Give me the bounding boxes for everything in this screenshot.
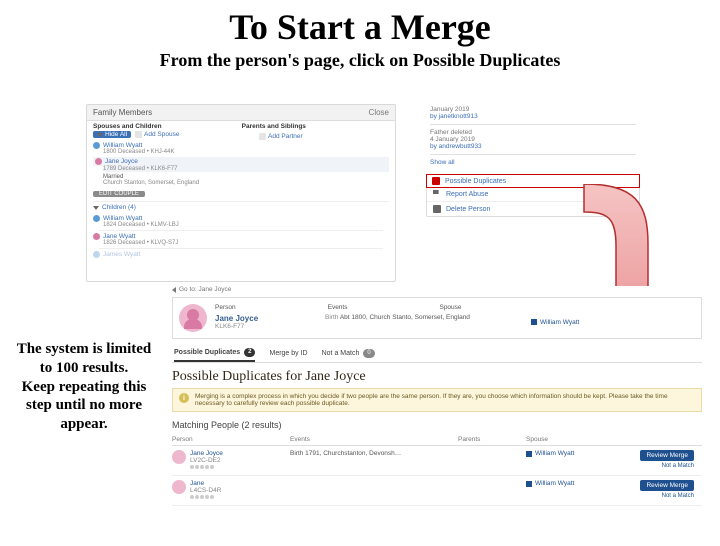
chevron-down-icon — [93, 206, 99, 210]
meta-date: 4 January 2019 — [430, 136, 636, 143]
meta-date: January 2019 — [430, 106, 636, 113]
page-subtitle: From the person's page, click on Possibl… — [0, 50, 720, 71]
bottom-screenshot: Go to: Jane Joyce Person Events Spouse J… — [172, 286, 702, 542]
review-merge-button[interactable]: Review Merge — [640, 480, 694, 491]
avatar — [179, 304, 207, 332]
col-spouses-children: Spouses and Children — [93, 123, 162, 129]
male-icon — [93, 251, 100, 258]
info-text: Merging is a complex process in which yo… — [195, 393, 695, 407]
close-button[interactable]: Close — [369, 105, 389, 120]
hide-all-button[interactable]: Hide All — [93, 131, 131, 138]
th-person: Person — [172, 436, 290, 443]
wife-sub: 1789 Deceased • KLK6-F77 — [103, 166, 389, 172]
match-id: LV2C-DE2 — [190, 457, 223, 464]
table-row: Jane L4CS-D4R William Wyatt Review Merge… — [172, 476, 702, 506]
square-icon — [526, 451, 532, 457]
match-table: Person Events Parents Spouse Jane Joyce … — [172, 434, 702, 506]
badge-count: 0 — [363, 349, 374, 358]
info-icon: i — [179, 393, 189, 403]
children-toggle[interactable]: Children (4) — [87, 204, 395, 211]
husband-sub: 1800 Deceased • KHJ-44K — [103, 149, 389, 155]
th-events: Events — [290, 436, 458, 443]
wife-name[interactable]: Jane Joyce — [105, 158, 138, 165]
focus-person-name[interactable]: Jane Joyce — [215, 314, 307, 323]
col-events: Events — [328, 304, 348, 311]
table-row: Jane Joyce LV2C-DE2 Birth 1791, Churchst… — [172, 446, 702, 476]
square-icon — [531, 319, 537, 325]
flag-icon — [433, 190, 441, 198]
family-members-header: Family Members — [93, 105, 152, 120]
col-person: Person — [215, 304, 236, 311]
not-a-match-link[interactable]: Not a Match — [614, 463, 694, 469]
child-name[interactable]: Jane Wyatt — [103, 233, 135, 240]
birth-label: Birth — [325, 314, 338, 321]
husband-name[interactable]: William Wyatt — [103, 142, 142, 149]
quality-dots — [190, 464, 223, 471]
child-name[interactable]: James Wyatt — [103, 251, 141, 258]
spouse-link[interactable]: William Wyatt — [526, 450, 614, 457]
match-id: L4CS-D4R — [190, 487, 221, 494]
top-screenshot: Family Members Close Spouses and Childre… — [86, 104, 640, 282]
match-name[interactable]: Jane Joyce — [190, 450, 223, 457]
tab-possible-duplicates[interactable]: Possible Duplicates2 — [174, 345, 255, 362]
edit-couple-button[interactable]: EDIT COUPLE — [93, 191, 145, 197]
show-all-link[interactable]: Show all — [430, 159, 636, 166]
page-title: To Start a Merge — [0, 6, 720, 48]
meta-event: Father deleted — [430, 129, 636, 136]
male-icon — [93, 142, 100, 149]
meta-user-link[interactable]: by andrewbutt933 — [430, 143, 636, 150]
focus-person-card: Person Events Spouse Jane Joyce KLK6-F77… — [172, 297, 702, 339]
dup-tabs: Possible Duplicates2 Merge by ID Not a M… — [172, 345, 702, 363]
review-merge-button[interactable]: Review Merge — [640, 450, 694, 461]
plus-icon — [259, 133, 266, 140]
match-events: Birth 1791, Churchstanton, Devonsh… — [290, 450, 458, 457]
focus-person-id: KLK6-F77 — [215, 323, 307, 330]
tab-not-a-match[interactable]: Not a Match0 — [322, 345, 375, 362]
duplicate-icon — [432, 177, 440, 185]
plus-icon — [135, 131, 142, 138]
spouse-link[interactable]: William Wyatt — [531, 314, 579, 330]
matching-people-header: Matching People (2 results) — [172, 420, 702, 430]
marriage-place: Church Stanton, Somerset, England — [103, 180, 389, 186]
tab-merge-by-id[interactable]: Merge by ID — [269, 345, 307, 362]
add-spouse-link[interactable]: Add Spouse — [135, 131, 179, 138]
child-name[interactable]: William Wyatt — [103, 215, 142, 222]
col-parents-siblings: Parents and Siblings — [242, 123, 306, 129]
sidenote-text: The system is limited to 100 results.Kee… — [14, 340, 154, 434]
family-members-panel: Family Members Close Spouses and Childre… — [86, 104, 396, 282]
goto-breadcrumb[interactable]: Go to: Jane Joyce — [172, 286, 702, 293]
quality-dots — [190, 494, 221, 501]
chevron-down-icon — [97, 133, 103, 137]
match-name[interactable]: Jane — [190, 480, 221, 487]
th-parents: Parents — [458, 436, 526, 443]
spouse-link[interactable]: William Wyatt — [526, 480, 614, 487]
trash-icon — [433, 205, 441, 213]
not-a-match-link[interactable]: Not a Match — [614, 493, 694, 499]
badge-count: 2 — [244, 348, 255, 357]
meta-user-link[interactable]: by janetknott913 — [430, 113, 636, 120]
child-sub: 1826 Deceased • KLVQ-S7J — [103, 240, 389, 246]
avatar — [172, 480, 186, 494]
birth-value: Abt 1800, Church Stanto, Somerset, Engla… — [340, 314, 470, 321]
back-icon — [172, 287, 176, 293]
info-callout: i Merging is a complex process in which … — [172, 388, 702, 412]
female-icon — [95, 158, 102, 165]
female-icon — [93, 233, 100, 240]
male-icon — [93, 215, 100, 222]
avatar — [172, 450, 186, 464]
square-icon — [526, 481, 532, 487]
col-spouse: Spouse — [439, 304, 461, 311]
child-sub: 1824 Deceased • KLMV-LBJ — [103, 222, 389, 228]
duplicates-heading: Possible Duplicates for Jane Joyce — [172, 369, 702, 385]
th-spouse: Spouse — [526, 436, 614, 443]
add-partner-link[interactable]: Add Partner — [259, 133, 303, 140]
